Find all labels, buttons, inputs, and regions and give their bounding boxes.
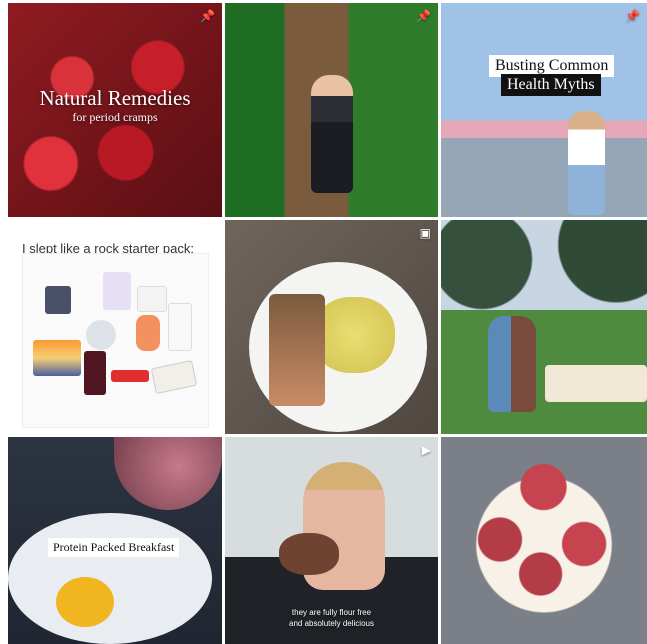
post-tile-starter-pack[interactable]: I slept like a rock starter pack: bbox=[8, 220, 222, 434]
post-tile-health-myths[interactable]: 📌 Busting Common Health Myths bbox=[441, 3, 647, 217]
instagram-post-grid: 📌 Natural Remedies for period cramps 📌 📌… bbox=[0, 0, 647, 644]
multi-image-icon: ▣ bbox=[419, 226, 431, 240]
product-box-icon bbox=[103, 272, 131, 310]
fig-slices bbox=[471, 457, 616, 607]
person-figure bbox=[311, 75, 353, 193]
fig-bowl bbox=[114, 437, 222, 510]
post-tile-breakfast-plate[interactable]: ▣ bbox=[225, 220, 438, 434]
sweet-potato-toast bbox=[269, 294, 325, 406]
headline-line-2: Health Myths bbox=[501, 74, 601, 96]
product-jar-icon bbox=[45, 286, 71, 314]
post-tile-fig-yogurt-bowl[interactable] bbox=[441, 437, 647, 644]
post-tile-garden-door[interactable]: 📌 bbox=[225, 3, 438, 217]
video-caption: they are fully flour free and absolutely… bbox=[225, 608, 438, 630]
caption-line-2: and absolutely delicious bbox=[289, 619, 374, 629]
post-tile-protein-breakfast[interactable]: ▶ Protein Packed Breakfast bbox=[8, 437, 222, 644]
post-tile-flourless-cookies[interactable]: ▶ they are fully flour free and absolute… bbox=[225, 437, 438, 644]
person-figure bbox=[568, 111, 605, 215]
post-tile-natural-remedies[interactable]: 📌 Natural Remedies for period cramps bbox=[8, 3, 222, 217]
tree bbox=[441, 220, 647, 318]
egg-pan bbox=[8, 513, 212, 644]
post-title: Natural Remedies bbox=[39, 86, 191, 110]
cookie-in-hand bbox=[279, 533, 339, 575]
juice-bottle-icon bbox=[84, 351, 106, 395]
sunrise-alarm-icon bbox=[33, 340, 81, 376]
post-subtitle: for period cramps bbox=[72, 110, 158, 124]
video-icon: ▶ bbox=[421, 443, 431, 457]
pin-icon: 📌 bbox=[200, 9, 215, 23]
salt-lamp-icon bbox=[136, 315, 160, 351]
glasses-icon bbox=[111, 370, 149, 382]
pin-icon: 📌 bbox=[625, 9, 640, 23]
caption-line-1: they are fully flour free bbox=[291, 608, 372, 618]
product-spray-icon bbox=[168, 303, 192, 351]
product-tub-icon bbox=[137, 286, 167, 312]
egg-yolk bbox=[56, 577, 114, 627]
post-tile-picnic-park[interactable]: ▣ bbox=[441, 220, 647, 434]
two-people bbox=[488, 316, 536, 412]
post-label: Protein Packed Breakfast bbox=[48, 538, 180, 557]
egg-scramble bbox=[313, 297, 395, 373]
product-diffuser-icon bbox=[86, 320, 116, 350]
pin-icon: 📌 bbox=[416, 9, 431, 23]
picnic-table bbox=[545, 365, 647, 402]
